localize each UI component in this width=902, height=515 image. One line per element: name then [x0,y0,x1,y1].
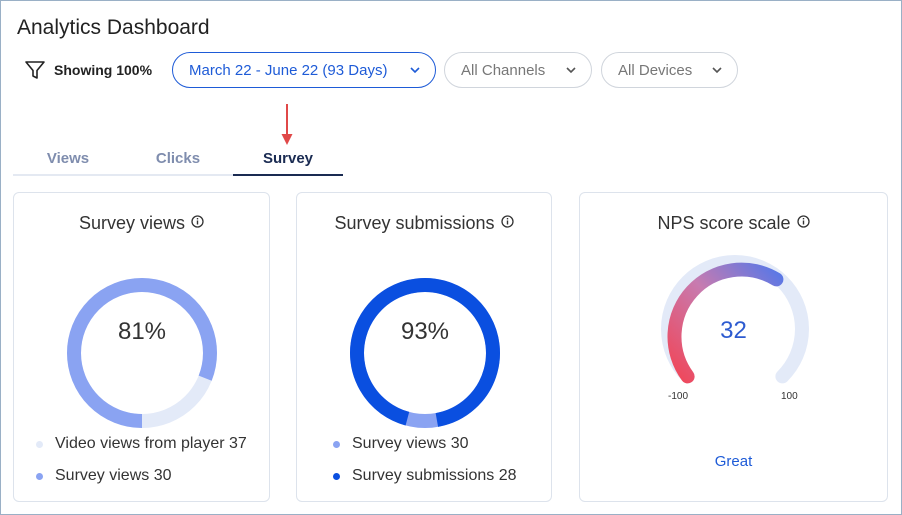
legend-dot [36,440,43,448]
survey-submissions-percent: 93% [400,318,450,345]
gauge-min-label: -100 [668,391,689,402]
active-tab-indicator [233,174,343,176]
nps-score: 32 [720,317,747,344]
survey-views-title: Survey views [78,213,186,233]
survey-views-donut [67,278,217,428]
chevron-down-icon [566,67,576,74]
legend-label: Survey views 30 [55,467,172,484]
legend-item: Survey submissions 28 [333,467,517,485]
channels-dropdown[interactable]: All Channels [444,52,593,88]
devices-dropdown[interactable]: All Devices [601,52,739,88]
legend-item: Survey views 30 [36,467,172,485]
info-icon[interactable] [796,215,810,228]
red-arrow-annotation-icon [281,104,293,145]
tab-clicks[interactable]: Clicks [123,150,233,167]
page-title: Analytics Dashboard [17,16,210,39]
survey-submissions-title: Survey submissions [334,213,495,233]
survey-submissions-title-row: Survey submissions [297,213,551,234]
devices-value: All Devices [618,61,693,79]
nps-title-row: NPS score scale [580,213,887,234]
legend-item: Survey views 30 [333,435,469,453]
date-range-value: March 22 - June 22 (93 Days) [189,61,388,79]
nps-title: NPS score scale [657,213,791,233]
chevron-down-icon [410,67,420,74]
tab-survey[interactable]: Survey [233,150,343,167]
survey-views-card: Survey views 81% Video views from player… [13,192,270,502]
survey-submissions-card: Survey submissions 93% Survey views 30 S… [296,192,552,502]
info-icon[interactable] [191,215,204,228]
legend-dot [36,472,43,480]
legend-label: Video views from player 37 [55,435,247,452]
nps-card: NPS score scale 32 -100 100 Great [579,192,888,502]
legend-label: Survey views 30 [352,435,469,452]
chevron-down-icon [712,67,722,74]
channels-value: All Channels [461,61,546,79]
showing-percent-label: Showing 100% [54,62,153,78]
tab-bar: Views Clicks Survey [13,146,343,176]
filter-bar: Showing 100% March 22 - June 22 (93 Days… [24,52,739,88]
legend-item: Video views from player 37 [36,435,247,453]
legend-label: Survey submissions 28 [352,467,517,484]
filter-icon[interactable] [24,59,46,81]
legend-dot [333,440,340,448]
gauge-max-label: 100 [781,391,798,402]
tab-views[interactable]: Views [13,150,123,167]
survey-submissions-donut [349,278,500,428]
nps-rating-link[interactable]: Great [580,453,887,470]
survey-views-percent: 81% [117,318,167,345]
survey-views-title-row: Survey views [14,213,269,234]
date-range-dropdown[interactable]: March 22 - June 22 (93 Days) [172,52,437,88]
legend-dot [333,472,340,480]
info-icon[interactable] [500,215,514,228]
